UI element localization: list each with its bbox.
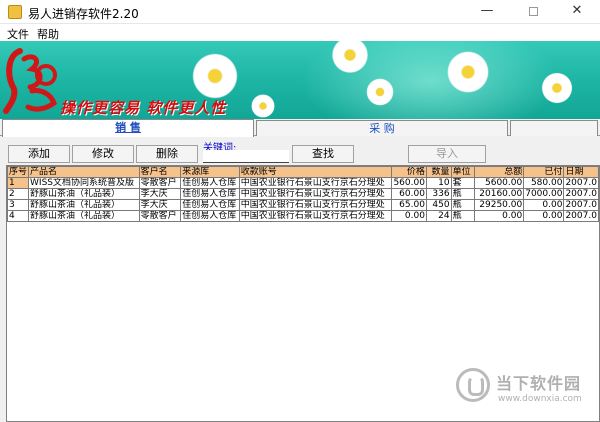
table-row[interactable]: 1 WISS文档协同系统普及版 零散客户 佳创易人仓库 中国农业银行石景山支行京… [7,177,599,189]
cell-price: 65.00 [391,199,427,211]
cell-total: 20160.00 [474,188,525,200]
watermark: 当下软件园 www.downxia.com [456,366,596,410]
cell-account: 中国农业银行石景山支行京石分理处 [238,188,393,200]
tab-strip: 销 售 采 购 [0,119,600,137]
cell-product: 舒豚山茶油（礼品装） [28,199,140,211]
cell-price: 60.00 [391,188,427,200]
cell-warehouse: 佳创易人仓库 [180,177,240,189]
daisy-flower [250,93,276,119]
maximize-icon [528,7,538,16]
col-header[interactable]: 数量 [425,166,452,178]
maximize-button[interactable] [510,0,556,24]
cell-date: 2007.0 [563,177,599,189]
cell-customer: 李大庆 [138,188,182,200]
search-button[interactable]: 查找 [292,145,354,163]
cell-date: 2007.0 [563,199,599,211]
tab-purchase-label: 采 购 [369,122,395,135]
cell-total: 5600.00 [474,177,525,189]
cell-account: 中国农业银行石景山支行京石分理处 [238,210,393,222]
col-header[interactable]: 序号 [7,166,30,178]
banner-slogan: 操作更容易 软件更人性 [60,99,227,117]
banner: 操作更容易 软件更人性 [0,41,600,119]
col-header[interactable]: 价格 [391,166,427,178]
toolbar: 添加 修改 删除 关键词: 查找 导入 [0,137,600,163]
tab-purchase[interactable]: 采 购 [256,120,508,136]
cell-price: 0.00 [391,210,427,222]
cell-warehouse: 佳创易人仓库 [180,188,240,200]
col-header[interactable]: 总额 [474,166,525,178]
daisy-flower [190,51,240,101]
cell-quantity: 10 [425,177,452,189]
watermark-title: 当下软件园 [496,374,582,393]
cell-unit: 瓶 [450,210,476,222]
cell-date: 2007.0 [563,210,599,222]
edit-button[interactable]: 修改 [72,145,134,163]
col-header[interactable]: 单位 [450,166,476,178]
minimize-button[interactable]: — [464,0,510,24]
cell-account: 中国农业银行石景山支行京石分理处 [238,199,393,211]
menu-file[interactable]: 文件 [7,26,29,42]
col-header[interactable]: 已付 [523,166,565,178]
app-icon [8,5,22,19]
cell-customer: 零散客户 [138,210,182,222]
brand-logo [3,48,58,114]
cell-paid: 580.00 [523,177,565,189]
cell-unit: 瓶 [450,199,476,211]
tab-sales-label: 销 售 [115,121,141,134]
keyword-input[interactable] [203,150,289,163]
cell-unit: 套 [450,177,476,189]
col-header[interactable]: 来源库 [180,166,240,178]
cell-product: 舒豚山茶油（礼品装） [28,188,140,200]
menu-help[interactable]: 帮助 [37,26,59,42]
daisy-flower [365,77,395,107]
table-row[interactable]: 4 舒豚山茶油（礼品装） 零散客户 佳创易人仓库 中国农业银行石景山支行京石分理… [7,210,599,222]
row-index: 4 [7,210,30,222]
delete-button[interactable]: 删除 [136,145,198,163]
daisy-flower [445,49,491,95]
cell-warehouse: 佳创易人仓库 [180,199,240,211]
cell-paid: 0.00 [523,199,565,211]
col-header[interactable]: 收款账号 [238,166,393,178]
cell-account: 中国农业银行石景山支行京石分理处 [238,177,393,189]
sales-grid: 序号 产品名 客户名 来源库 收款账号 价格 数量 单位 总额 已付 日期 1 … [7,166,599,222]
cell-date: 2007.0 [563,188,599,200]
cell-product: WISS文档协同系统普及版 [28,177,140,189]
col-header[interactable]: 产品名 [28,166,140,178]
table-row[interactable]: 2 舒豚山茶油（礼品装） 李大庆 佳创易人仓库 中国农业银行石景山支行京石分理处… [7,188,599,200]
import-button[interactable]: 导入 [408,145,486,163]
cell-customer: 李大庆 [138,199,182,211]
cell-product: 舒豚山茶油（礼品装） [28,210,140,222]
tab-sales[interactable]: 销 售 [2,119,254,137]
watermark-url: www.downxia.com [498,394,582,404]
cell-total: 29250.00 [474,199,525,211]
close-button[interactable]: ✕ [554,0,600,24]
cell-paid: 7000.00 [523,188,565,200]
cell-quantity: 336 [425,188,452,200]
add-button[interactable]: 添加 [8,145,70,163]
cell-customer: 零散客户 [138,177,182,189]
row-index: 2 [7,188,30,200]
row-index: 1 [7,177,30,189]
tab-extra[interactable] [510,120,598,136]
watermark-logo-icon [456,368,490,402]
cell-paid: 0.00 [523,210,565,222]
table-row[interactable]: 3 舒豚山茶油（礼品装） 李大庆 佳创易人仓库 中国农业银行石景山支行京石分理处… [7,199,599,211]
cell-price: 560.00 [391,177,427,189]
row-index: 3 [7,199,30,211]
cell-unit: 瓶 [450,188,476,200]
menu-bar: 文件 帮助 [0,24,600,41]
col-header[interactable]: 客户名 [138,166,182,178]
cell-quantity: 24 [425,210,452,222]
table-header-row: 序号 产品名 客户名 来源库 收款账号 价格 数量 单位 总额 已付 日期 [7,166,599,178]
cell-total: 0.00 [474,210,525,222]
cell-warehouse: 佳创易人仓库 [180,210,240,222]
col-header[interactable]: 日期 [563,166,599,178]
cell-quantity: 450 [425,199,452,211]
window-title: 易人进销存软件2.20 [28,7,139,21]
title-bar: 易人进销存软件2.20 — ✕ [0,0,600,24]
daisy-flower [540,71,574,105]
